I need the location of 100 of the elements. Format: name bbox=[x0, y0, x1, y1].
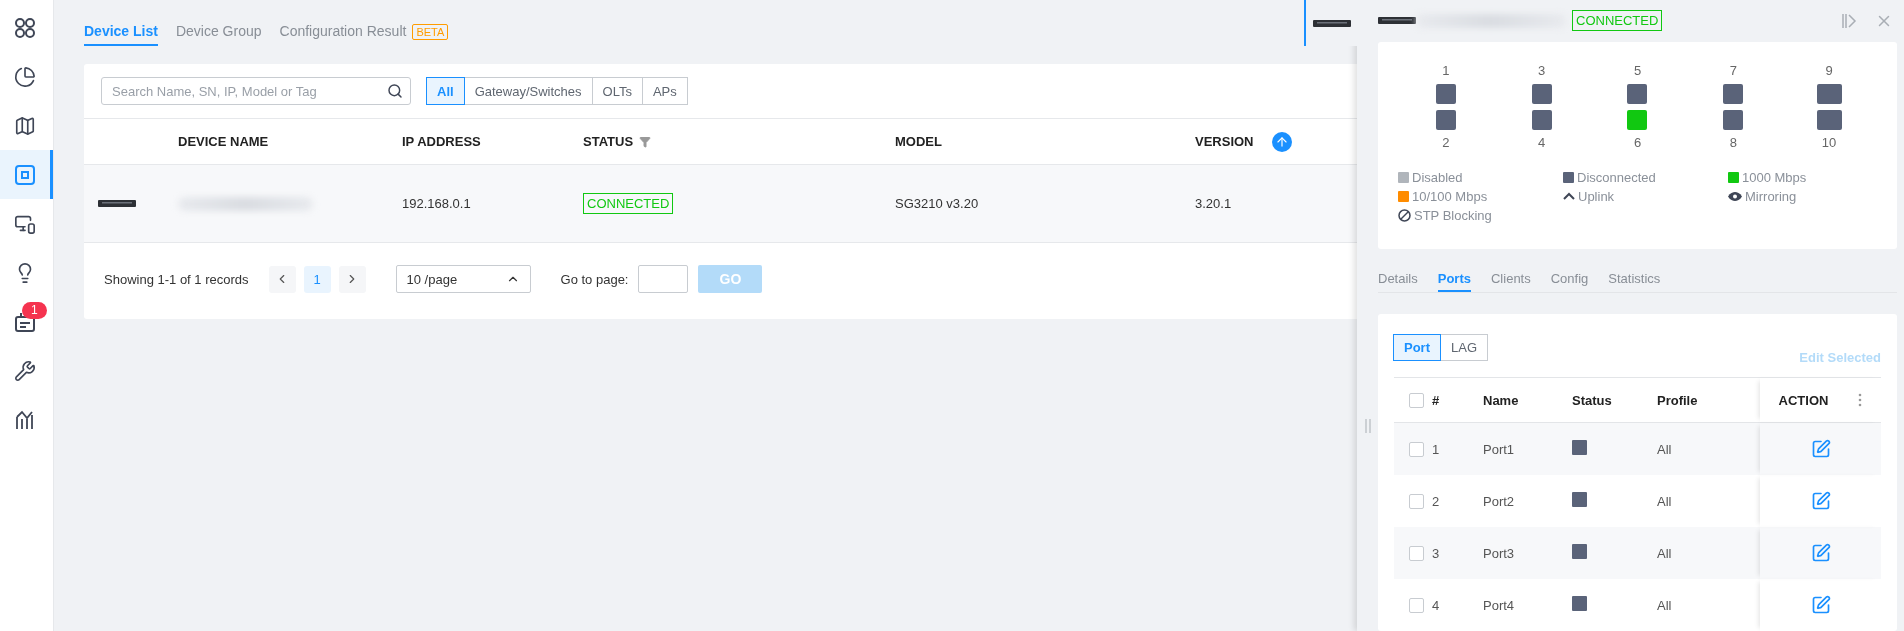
grid-icon bbox=[14, 16, 36, 39]
port-square[interactable] bbox=[1816, 109, 1842, 130]
filter-button[interactable]: All bbox=[426, 77, 465, 105]
column-header: Status bbox=[1572, 392, 1613, 408]
tab[interactable]: Configuration Result bbox=[279, 18, 407, 46]
toggle-button[interactable]: Port bbox=[1393, 334, 1441, 361]
table-cell-text: Port4 bbox=[1483, 597, 1516, 613]
tab[interactable]: Details bbox=[1378, 264, 1418, 292]
column-header: Profile bbox=[1657, 392, 1699, 408]
tab[interactable]: Ports bbox=[1437, 264, 1471, 292]
chevron-up-icon bbox=[1563, 192, 1575, 201]
port-number: 8 bbox=[1729, 135, 1737, 150]
port-number: 5 bbox=[1633, 63, 1642, 78]
column-header: STATUS bbox=[583, 134, 634, 149]
column-header: ACTION bbox=[1778, 392, 1829, 408]
tab[interactable]: Clients bbox=[1491, 264, 1531, 292]
column-header: IP ADDRESS bbox=[402, 134, 481, 149]
legend-label: Disconnected bbox=[1577, 169, 1656, 185]
table-cell-text: All bbox=[1657, 493, 1673, 509]
port-square[interactable] bbox=[1531, 109, 1552, 130]
filter-icon[interactable] bbox=[639, 135, 652, 148]
checkbox[interactable] bbox=[1409, 441, 1424, 457]
tab[interactable]: Device List bbox=[84, 18, 158, 46]
tab[interactable]: Statistics bbox=[1608, 264, 1661, 292]
tab[interactable]: Config bbox=[1550, 264, 1589, 292]
edit-icon[interactable] bbox=[1810, 491, 1831, 511]
table-cell: 192.168.0.1 bbox=[402, 196, 471, 211]
switch-icon bbox=[1378, 16, 1416, 26]
port-number: 1 bbox=[1442, 63, 1450, 78]
wrench-icon bbox=[14, 359, 36, 382]
column-header: Name bbox=[1483, 392, 1520, 408]
port-square[interactable] bbox=[1435, 83, 1456, 104]
switch-icon bbox=[98, 199, 136, 208]
search-field[interactable]: Search Name, SN, IP, Model or Tag bbox=[101, 77, 411, 105]
legend-label: Mirroring bbox=[1745, 188, 1797, 204]
legend-label: Disabled bbox=[1412, 169, 1463, 185]
legend-label: 10/100 Mbps bbox=[1412, 188, 1488, 204]
port-number: 10 bbox=[1821, 135, 1837, 150]
legend-label: Uplink bbox=[1578, 188, 1615, 204]
table-cell-text: 3 bbox=[1432, 545, 1441, 561]
goto-label: Go to page: bbox=[560, 271, 629, 287]
collapse-panel-icon[interactable] bbox=[1841, 12, 1857, 29]
port-square[interactable] bbox=[1435, 109, 1456, 130]
column-header: MODEL bbox=[895, 134, 942, 149]
filter-button[interactable]: APs bbox=[641, 77, 688, 105]
table-cell: SG3210 v3.20 bbox=[895, 196, 979, 211]
edit-icon[interactable] bbox=[1810, 543, 1831, 563]
more-icon[interactable] bbox=[1858, 393, 1863, 407]
toggle-button[interactable]: LAG bbox=[1440, 334, 1488, 361]
upgrade-icon[interactable] bbox=[1271, 131, 1292, 152]
table-cell-text: 1 bbox=[1432, 441, 1441, 457]
switch-icon bbox=[1312, 18, 1351, 28]
port-square[interactable] bbox=[1531, 83, 1552, 104]
table-cell: 3.20.1 bbox=[1195, 196, 1232, 211]
checkbox[interactable] bbox=[1409, 597, 1424, 613]
checkbox[interactable] bbox=[1409, 493, 1424, 509]
port-square[interactable] bbox=[1723, 109, 1744, 130]
status-badge: CONNECTED bbox=[1572, 10, 1663, 32]
table-cell-text: 4 bbox=[1432, 597, 1441, 613]
checkbox[interactable] bbox=[1409, 392, 1424, 408]
table-cell-text: Port2 bbox=[1483, 493, 1516, 509]
page-size-select[interactable]: 10 /page bbox=[395, 265, 531, 293]
column-header: DEVICE NAME bbox=[178, 134, 269, 149]
edit-icon[interactable] bbox=[1810, 595, 1831, 615]
table-cell-text: All bbox=[1657, 545, 1673, 561]
records-summary: Showing 1-1 of 1 records bbox=[104, 271, 249, 287]
filter-button[interactable]: OLTs bbox=[591, 77, 643, 105]
notification-badge: 1 bbox=[22, 302, 47, 319]
pie-chart-icon bbox=[14, 65, 36, 88]
status-badge: CONNECTED bbox=[583, 193, 674, 214]
statistics-icon bbox=[14, 408, 36, 431]
table-cell-text: Port1 bbox=[1483, 441, 1516, 457]
table-cell-text: All bbox=[1657, 597, 1673, 613]
port-square[interactable] bbox=[1723, 83, 1744, 104]
column-header: VERSION bbox=[1195, 134, 1254, 149]
sidebar-item[interactable]: 1 bbox=[0, 297, 53, 346]
column-header: # bbox=[1432, 392, 1441, 408]
tab[interactable]: Device Group bbox=[175, 18, 262, 46]
eye-icon bbox=[1728, 191, 1742, 201]
legend-label: STP Blocking bbox=[1414, 207, 1492, 223]
edit-icon[interactable] bbox=[1810, 439, 1831, 459]
checkbox[interactable] bbox=[1409, 545, 1424, 561]
table-cell-text: All bbox=[1657, 441, 1673, 457]
device-icon bbox=[14, 163, 36, 186]
port-number: 4 bbox=[1538, 135, 1546, 150]
filter-button[interactable]: Gateway/Switches bbox=[463, 77, 593, 105]
port-number: 3 bbox=[1538, 63, 1546, 78]
page-button[interactable]: 1 bbox=[303, 265, 331, 293]
port-number: 6 bbox=[1633, 135, 1642, 150]
port-square[interactable] bbox=[1627, 83, 1648, 104]
legend-label: 1000 Mbps bbox=[1742, 169, 1807, 185]
search-icon bbox=[387, 83, 403, 99]
map-icon bbox=[14, 114, 36, 137]
table-cell-text: 2 bbox=[1432, 493, 1441, 509]
table-cell-text: Port3 bbox=[1483, 545, 1516, 561]
port-number: 2 bbox=[1442, 135, 1450, 150]
page-input[interactable] bbox=[638, 265, 689, 293]
port-square[interactable] bbox=[1816, 83, 1842, 104]
port-number: 9 bbox=[1825, 63, 1833, 78]
drag-handle-icon[interactable] bbox=[1365, 419, 1371, 433]
